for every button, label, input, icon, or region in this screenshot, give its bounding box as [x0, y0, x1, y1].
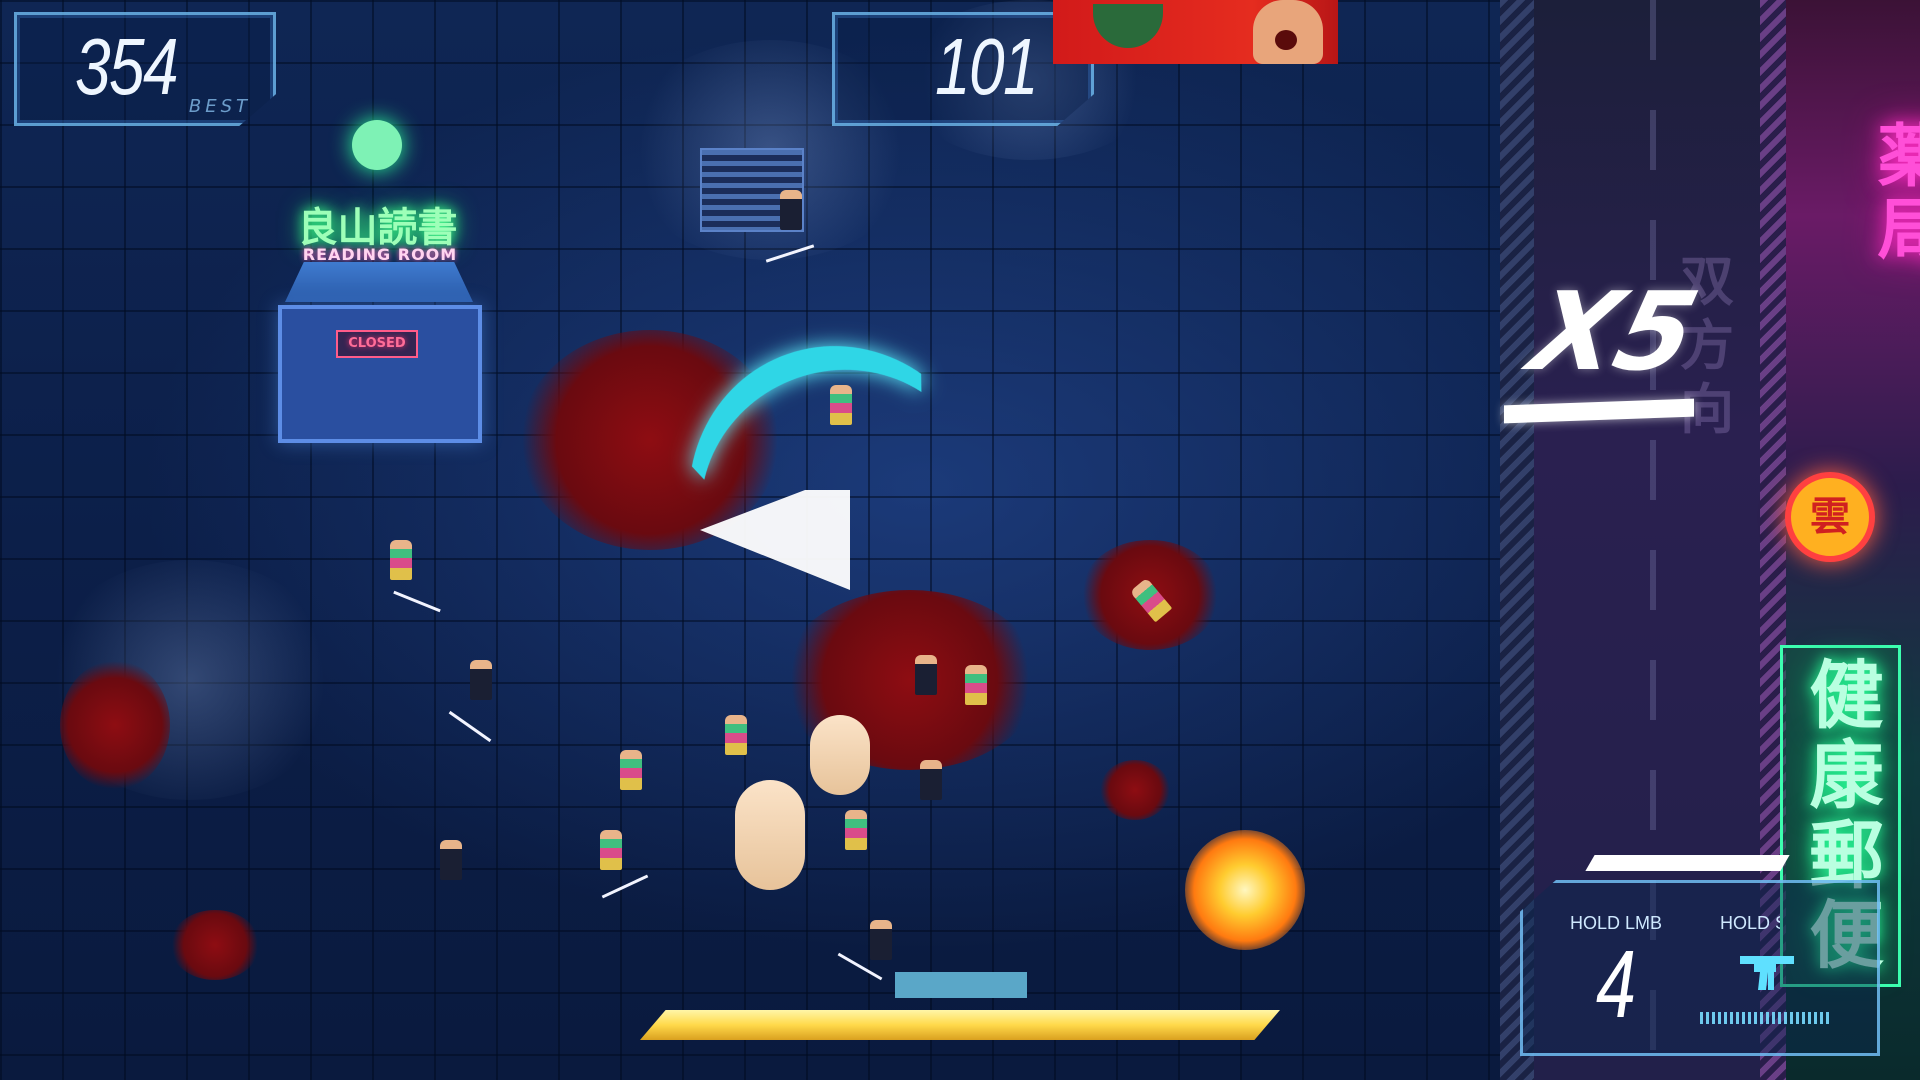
secondary-attack-hint: HOLD SPACE — [1720, 913, 1780, 933]
best-score-panel: 354 BEST — [14, 12, 276, 126]
enemy[interactable] — [620, 750, 642, 790]
brute-enemy[interactable] — [735, 780, 805, 890]
ammo-count: 4 — [1596, 931, 1637, 1038]
mouth-icon — [1275, 30, 1297, 50]
enemy[interactable] — [600, 830, 622, 870]
blood-splatter — [1100, 760, 1170, 820]
neon-round-sign: 雲 — [1785, 472, 1875, 562]
dash-meter-cap — [895, 972, 1027, 998]
shop-building — [278, 305, 482, 443]
shop-roof — [285, 262, 473, 302]
target-portrait — [1053, 0, 1338, 64]
enemy[interactable] — [390, 540, 412, 580]
explosion-effect — [1185, 830, 1305, 950]
enemy[interactable] — [440, 840, 462, 880]
blood-splatter — [60, 660, 170, 790]
smg-icon — [1740, 956, 1794, 990]
best-score-value: 354 — [75, 22, 179, 111]
best-score-label: BEST — [188, 96, 251, 117]
current-score-value: 101 — [935, 22, 1039, 111]
enemy[interactable] — [870, 920, 892, 960]
enemy[interactable] — [725, 715, 747, 755]
shop-closed-sign: CLOSED — [336, 330, 418, 358]
shop-subsign: READING ROOM — [302, 245, 458, 264]
game-viewport[interactable]: 双方向 薬局 雲 健康郵便 良山読書 READING ROOM CLOSED 3… — [0, 0, 1920, 1080]
neon-sign-pharmacy: 薬局 — [1865, 120, 1920, 268]
brute-enemy[interactable] — [810, 715, 870, 795]
enemy[interactable] — [920, 760, 942, 800]
ammo-ticks — [1700, 1012, 1830, 1024]
dash-meter — [640, 1010, 1280, 1040]
enemy[interactable] — [780, 190, 802, 230]
enemy[interactable] — [915, 655, 937, 695]
noodle-bowl-icon — [1093, 4, 1163, 48]
blood-splatter — [170, 910, 260, 980]
combo-multiplier: X5 — [1519, 270, 1710, 395]
enemy[interactable] — [845, 810, 867, 850]
enemy[interactable] — [965, 665, 987, 705]
enemy[interactable] — [470, 660, 492, 700]
weapon-charge-bar — [1585, 855, 1790, 871]
player-character — [830, 385, 852, 425]
panda-statue-icon — [352, 120, 402, 170]
weapon-panel — [1520, 880, 1880, 1056]
